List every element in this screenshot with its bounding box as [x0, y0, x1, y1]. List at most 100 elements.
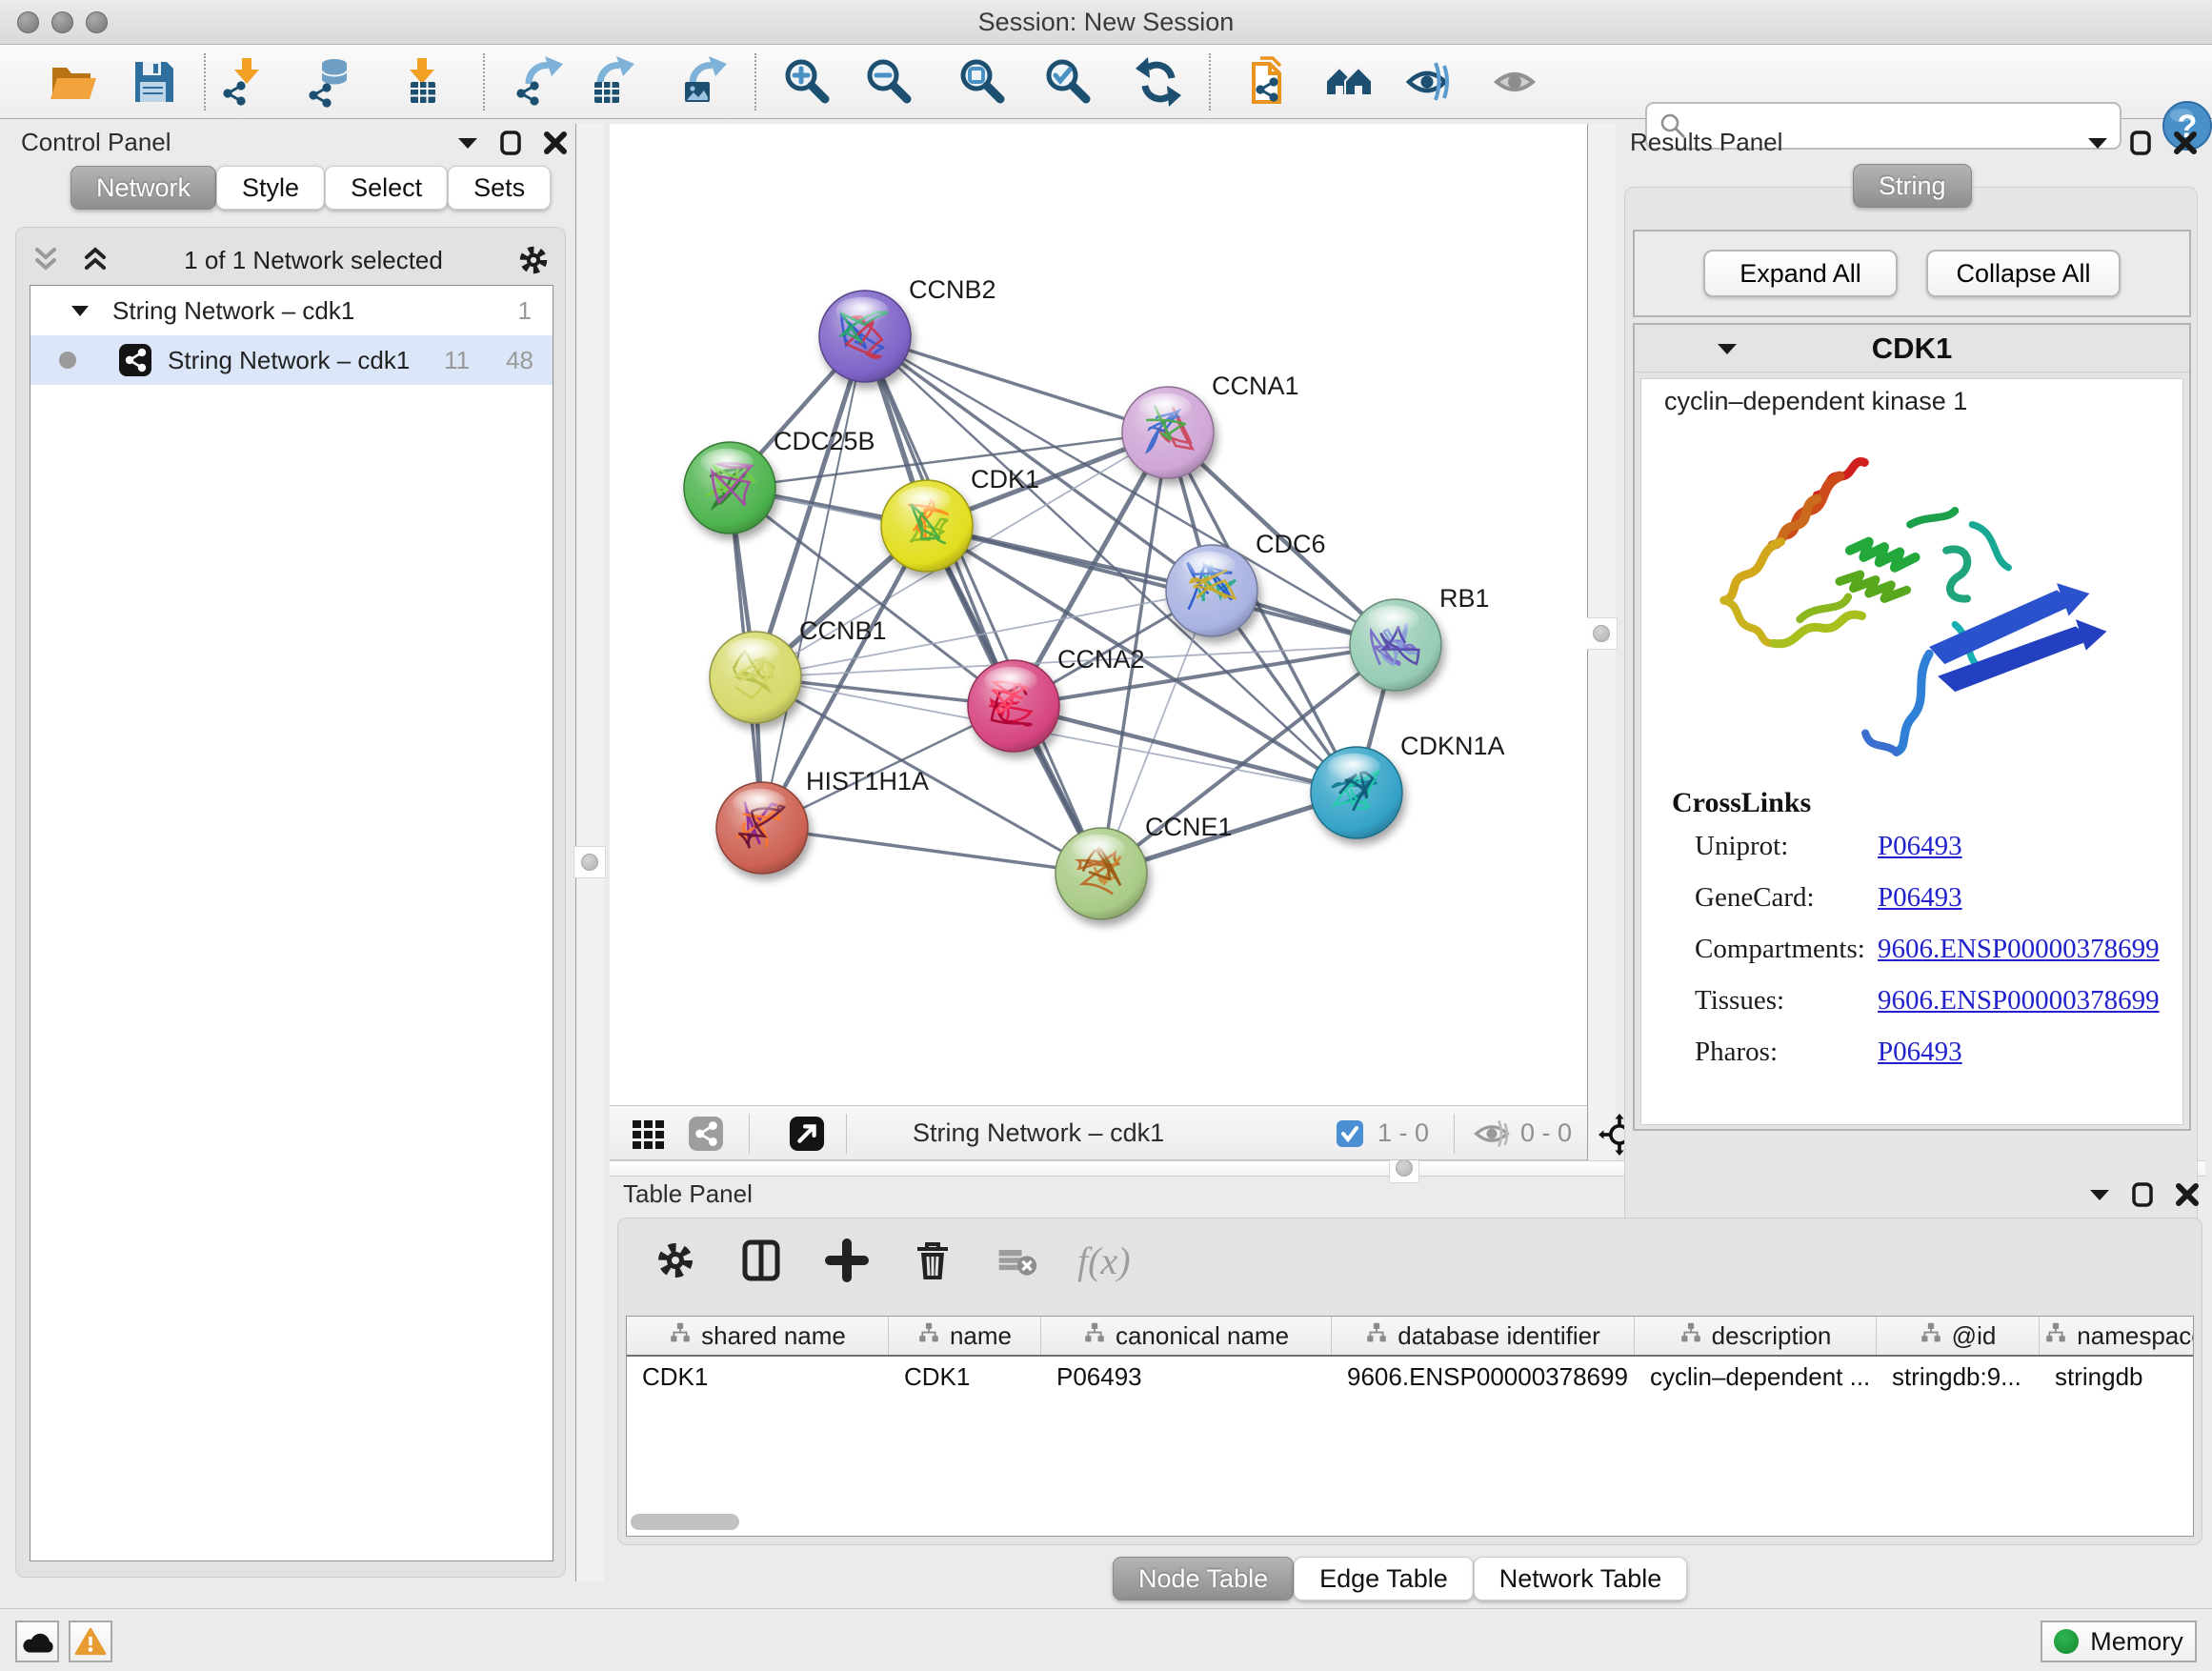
delete-column-icon[interactable] [910, 1238, 955, 1283]
panel-float-icon[interactable] [499, 130, 522, 156]
collapse-all-button[interactable]: Collapse All [1926, 250, 2121, 297]
tab-style[interactable]: Style [216, 166, 325, 210]
export-image-button[interactable] [677, 55, 731, 109]
panel-close-icon[interactable] [2175, 1182, 2200, 1207]
node-HIST1H1A[interactable]: HIST1H1A [716, 767, 929, 874]
tab-network[interactable]: Network [70, 166, 216, 210]
tab-network-table[interactable]: Network Table [1474, 1557, 1688, 1601]
show-all-button[interactable] [1490, 55, 1543, 109]
tab-string[interactable]: String [1853, 164, 1972, 208]
panel-menu-icon[interactable] [2089, 1188, 2110, 1201]
expand-all-button[interactable]: Expand All [1703, 250, 1898, 297]
table-cell[interactable]: P06493 [1041, 1357, 1332, 1399]
tab-select[interactable]: Select [325, 166, 448, 210]
network-options-gear-icon[interactable] [515, 242, 552, 278]
current-network-dot-icon [59, 352, 76, 369]
zoom-in-button[interactable] [781, 55, 835, 109]
string-app-icon [118, 343, 152, 377]
table-cell[interactable]: CDK1 [889, 1357, 1041, 1399]
panel-close-icon[interactable] [543, 131, 568, 155]
memory-button[interactable]: Memory [2041, 1621, 2197, 1662]
column-header-canonical-name[interactable]: canonical name [1041, 1317, 1332, 1355]
column-header-at-id[interactable]: @id [1877, 1317, 2040, 1355]
import-table-button[interactable] [395, 55, 449, 109]
column-tree-icon [1083, 1321, 1106, 1351]
column-header-description[interactable]: description [1635, 1317, 1877, 1355]
first-neighbors-button[interactable] [1322, 55, 1376, 109]
node-CDK1[interactable]: CDK1 [881, 465, 1039, 572]
collapse-all-icon[interactable] [30, 247, 62, 273]
node-count: 11 [444, 346, 470, 375]
detach-view-icon[interactable] [789, 1116, 825, 1157]
edge-CCNB2-HIST1H1A[interactable] [762, 336, 865, 828]
node-CDC25B[interactable]: CDC25B [684, 427, 875, 534]
panel-close-icon[interactable] [2173, 131, 2198, 155]
crosslinks-title: CrossLinks [1672, 787, 1811, 819]
table-cell[interactable]: stringdb [2040, 1357, 2194, 1399]
right-splitter-handle[interactable] [1585, 617, 1618, 650]
grid-view-icon[interactable] [631, 1117, 667, 1158]
column-header-namespace[interactable]: namespace [2040, 1317, 2194, 1355]
entry-expander-icon[interactable] [1717, 342, 1738, 355]
table-cell[interactable]: CDK1 [627, 1357, 889, 1399]
import-network-button[interactable] [220, 55, 273, 109]
crosslink-link[interactable]: 9606.ENSP00000378699 [1878, 934, 2160, 965]
left-splitter-handle[interactable] [573, 846, 606, 878]
window-minimize-icon[interactable] [51, 11, 73, 33]
crosslink-link[interactable]: P06493 [1878, 1037, 1962, 1068]
network-canvas[interactable]: CCNB2 CCNA1 CDC25B CDK1 CDC6 RB1 CCNB1 C… [610, 124, 1587, 1105]
warnings-button[interactable] [69, 1621, 112, 1662]
selected-checkbox-icon[interactable] [1336, 1119, 1364, 1153]
panel-float-icon[interactable] [2131, 1181, 2154, 1208]
column-header-database-identifier[interactable]: database identifier [1332, 1317, 1635, 1355]
network-from-file-button[interactable] [1239, 55, 1293, 109]
tab-edge-table[interactable]: Edge Table [1294, 1557, 1474, 1601]
zoom-out-button[interactable] [863, 55, 916, 109]
window-zoom-icon[interactable] [86, 11, 108, 33]
add-column-icon[interactable] [824, 1238, 870, 1283]
panel-menu-icon[interactable] [2087, 136, 2108, 150]
zoom-fit-button[interactable] [956, 55, 1010, 109]
zoom-selected-button[interactable] [1042, 55, 1096, 109]
table-hscrollbar[interactable] [631, 1514, 739, 1530]
crosslink-label: Tissues: [1695, 985, 1784, 1017]
export-table-icon [594, 56, 634, 103]
column-tree-icon [2044, 1321, 2067, 1351]
network-row-selected[interactable]: String Network – cdk1 11 48 [30, 335, 553, 385]
table-cell[interactable]: 9606.ENSP00000378699 [1332, 1357, 1635, 1399]
open-session-button[interactable] [45, 55, 98, 109]
node-CCNA1[interactable]: CCNA1 [1122, 372, 1299, 478]
table-options-gear-icon[interactable] [653, 1238, 698, 1283]
column-header-name[interactable]: name [889, 1317, 1041, 1355]
edge-CCNB2-CCNA1[interactable] [865, 336, 1168, 433]
crosslink-link[interactable]: 9606.ENSP00000378699 [1878, 985, 2160, 1017]
node-CCNB1[interactable]: CCNB1 [710, 616, 887, 723]
hide-selected-button[interactable] [1404, 55, 1458, 109]
node-RB1[interactable]: RB1 [1350, 584, 1490, 691]
import-database-button[interactable] [306, 55, 359, 109]
show-columns-icon[interactable] [738, 1238, 784, 1283]
save-session-button[interactable] [127, 55, 180, 109]
tab-sets[interactable]: Sets [448, 166, 551, 210]
cloud-button[interactable] [15, 1621, 59, 1662]
birds-eye-view-icon[interactable] [688, 1116, 724, 1157]
network-from-file-icon [1254, 58, 1280, 102]
edge-HIST1H1A-CCNE1[interactable] [762, 828, 1101, 874]
column-header-shared-name[interactable]: shared name [627, 1317, 889, 1355]
table-cell[interactable]: stringdb:9... [1877, 1357, 2040, 1399]
panel-float-icon[interactable] [2129, 130, 2152, 156]
crosslink-link[interactable]: P06493 [1878, 882, 1962, 914]
export-table-button[interactable] [585, 55, 638, 109]
panel-menu-icon[interactable] [457, 136, 478, 150]
window-close-icon[interactable] [17, 11, 39, 33]
refresh-button[interactable] [1132, 55, 1185, 109]
crosslink-link[interactable]: P06493 [1878, 831, 1962, 862]
export-network-button[interactable] [513, 55, 567, 109]
tab-node-table[interactable]: Node Table [1113, 1557, 1294, 1601]
table-cell[interactable]: cyclin–dependent ... [1635, 1357, 1877, 1399]
node-CDKN1A[interactable]: CDKN1A [1311, 732, 1505, 838]
node-label-CCNE1: CCNE1 [1145, 813, 1233, 841]
expand-all-icon[interactable] [79, 247, 111, 273]
tree-expander-icon[interactable] [70, 304, 90, 317]
network-collection-row[interactable]: String Network – cdk1 1 [30, 286, 553, 335]
